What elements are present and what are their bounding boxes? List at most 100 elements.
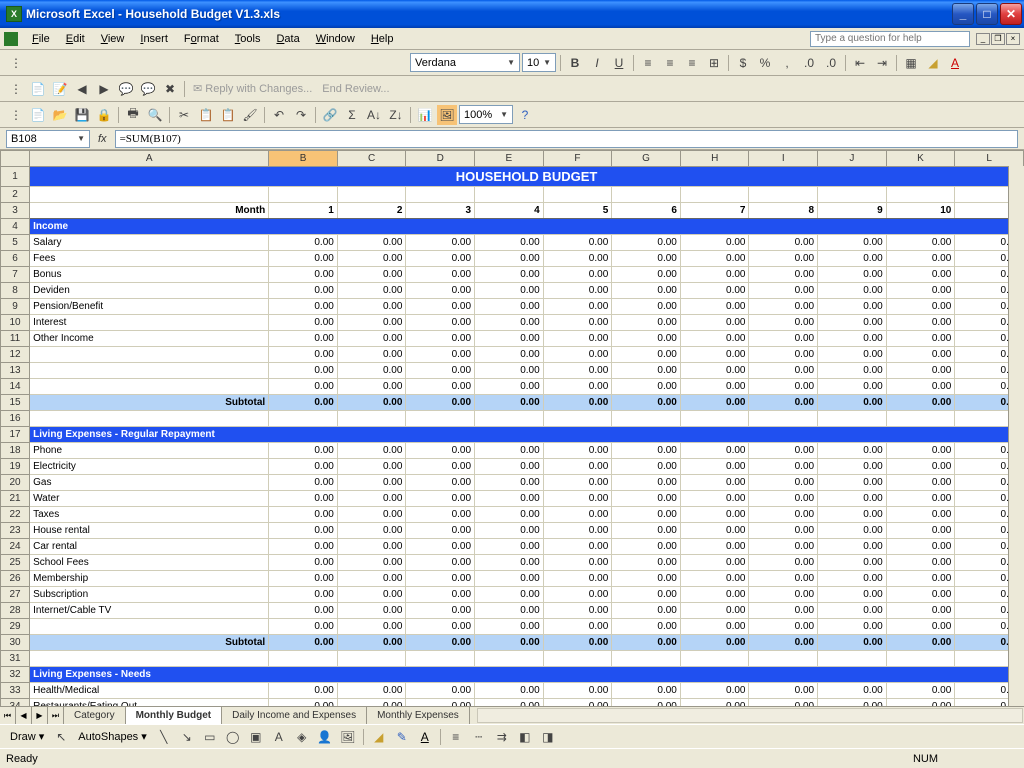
month-label[interactable]: Month [30,203,269,219]
cell[interactable]: 0.00 [749,571,818,587]
menu-format[interactable]: Format [176,31,227,47]
fill-color-button[interactable]: ◢ [923,53,943,73]
cell[interactable]: 0.00 [818,619,887,635]
tab-nav-prev[interactable]: ◀ [16,707,32,724]
cell[interactable]: 0.00 [269,523,338,539]
select-objects-icon[interactable]: ↖ [51,727,71,747]
toolbar-handle-icon[interactable]: ⋮ [6,105,26,125]
cell[interactable]: 0.00 [543,539,612,555]
row-label[interactable]: Bonus [30,267,269,283]
cell[interactable]: 0.00 [612,683,681,699]
borders-button[interactable]: ▦ [901,53,921,73]
cell[interactable] [680,651,749,667]
section-header[interactable]: Living Expenses - Regular Repayment [30,427,1024,443]
subtotal-label[interactable]: Subtotal [30,635,269,651]
cell[interactable]: 0.00 [612,283,681,299]
cell[interactable]: 0.00 [269,683,338,699]
cell[interactable]: 0.00 [543,379,612,395]
row-label[interactable]: Pension/Benefit [30,299,269,315]
menu-insert[interactable]: Insert [132,31,176,47]
cell[interactable]: 0.00 [612,619,681,635]
3d-icon[interactable]: ◨ [538,727,558,747]
cell[interactable]: 0.00 [269,635,338,651]
name-box[interactable]: B108▼ [6,130,90,148]
row-label[interactable]: Subscription [30,587,269,603]
line-style-icon[interactable]: ≡ [446,727,466,747]
cell[interactable]: 0.00 [886,299,955,315]
cell[interactable]: 0.00 [680,315,749,331]
month-col-3[interactable]: 3 [406,203,475,219]
subtotal-label[interactable]: Subtotal [30,395,269,411]
cell[interactable]: 0.00 [269,619,338,635]
cell[interactable]: 0.00 [749,347,818,363]
font-size-selector[interactable]: 10▼ [522,53,556,72]
cell[interactable]: 0.00 [475,315,544,331]
row-header-12[interactable]: 12 [1,347,30,363]
cell[interactable]: 0.00 [886,539,955,555]
cell[interactable] [475,651,544,667]
clipart-icon[interactable]: 👤 [315,727,335,747]
cell[interactable]: 0.00 [269,379,338,395]
cell[interactable]: 0.00 [337,331,406,347]
cell[interactable]: 0.00 [886,363,955,379]
increase-decimal-button[interactable]: .0 [799,53,819,73]
month-col-7[interactable]: 7 [680,203,749,219]
cell[interactable]: 0.00 [680,523,749,539]
cell[interactable]: 0.00 [337,267,406,283]
menu-help[interactable]: Help [363,31,402,47]
cell[interactable]: 0.00 [749,235,818,251]
month-col-5[interactable]: 5 [543,203,612,219]
cell[interactable]: 0.00 [612,475,681,491]
row-header-5[interactable]: 5 [1,235,30,251]
cell[interactable]: 0.00 [818,395,887,411]
cell[interactable] [818,187,887,203]
cell[interactable]: 0.00 [886,587,955,603]
cell[interactable]: 0.00 [406,507,475,523]
cell[interactable]: 0.00 [406,619,475,635]
horizontal-scrollbar[interactable] [476,707,1024,724]
cell[interactable]: 0.00 [543,251,612,267]
cell[interactable]: 0.00 [543,699,612,707]
spreadsheet-grid[interactable]: ABCDEFGHIJKL 1HOUSEHOLD BUDGET23Month123… [0,150,1024,706]
cell[interactable]: 0.00 [886,491,955,507]
cell[interactable]: 0.00 [680,587,749,603]
cell[interactable]: 0.00 [818,283,887,299]
doc-minimize-button[interactable]: _ [976,33,990,45]
cell[interactable] [749,651,818,667]
delete-comment-icon[interactable]: ✖ [160,79,180,99]
cell[interactable]: 0.00 [886,331,955,347]
show-comment-icon[interactable]: 💬 [116,79,136,99]
cell[interactable]: 0.00 [543,523,612,539]
cell[interactable]: 0.00 [680,539,749,555]
cell[interactable]: 0.00 [886,475,955,491]
cell[interactable] [475,411,544,427]
cell[interactable]: 0.00 [543,475,612,491]
cell[interactable]: 0.00 [475,699,544,707]
cell[interactable]: 0.00 [269,507,338,523]
cell[interactable]: 0.00 [612,571,681,587]
cell[interactable]: 0.00 [612,523,681,539]
font-color-button[interactable]: A [945,53,965,73]
row-header-22[interactable]: 22 [1,507,30,523]
cell[interactable]: 0.00 [337,363,406,379]
cell[interactable]: 0.00 [337,683,406,699]
cell[interactable]: 0.00 [818,571,887,587]
cell[interactable]: 0.00 [543,555,612,571]
row-header-2[interactable]: 2 [1,187,30,203]
cell[interactable]: 0.00 [337,443,406,459]
col-header-J[interactable]: J [818,151,887,167]
cell[interactable]: 0.00 [818,587,887,603]
cell[interactable]: 0.00 [749,603,818,619]
cell[interactable]: 0.00 [886,251,955,267]
row-header-6[interactable]: 6 [1,251,30,267]
cell[interactable]: 0.00 [818,683,887,699]
cell[interactable]: 0.00 [269,443,338,459]
cell[interactable]: 0.00 [475,619,544,635]
cell[interactable]: 0.00 [886,267,955,283]
autoshapes-menu[interactable]: AutoShapes ▾ [74,730,151,743]
cell[interactable]: 0.00 [818,347,887,363]
row-header-20[interactable]: 20 [1,475,30,491]
cell[interactable]: 0.00 [475,587,544,603]
col-header-B[interactable]: B [269,151,338,167]
cell[interactable]: 0.00 [475,347,544,363]
